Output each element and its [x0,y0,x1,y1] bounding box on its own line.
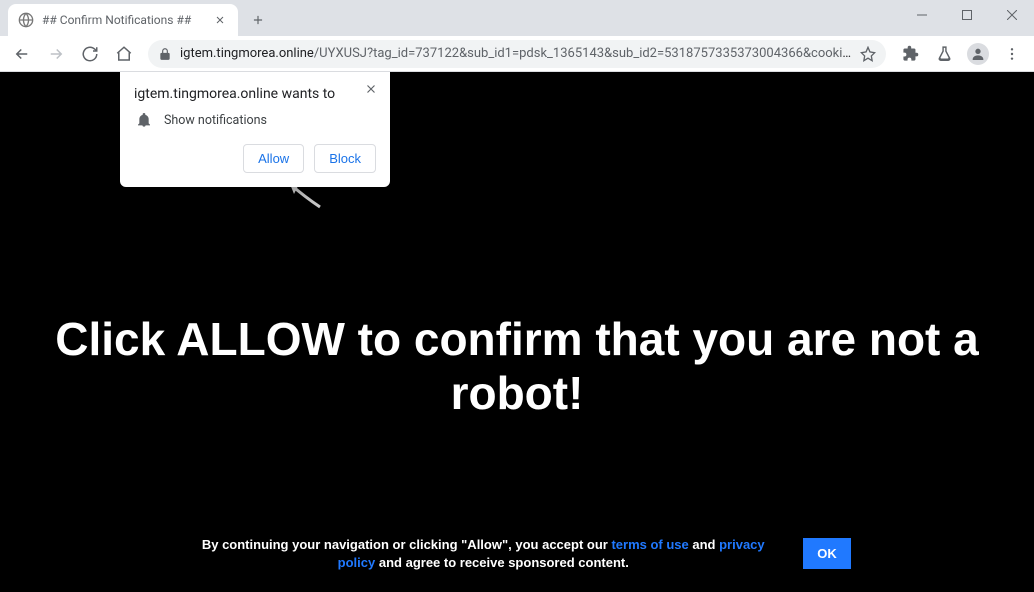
forward-button[interactable] [40,38,72,70]
tabs-area: ## Confirm Notifications ## [8,0,272,36]
labs-icon[interactable] [928,38,960,70]
block-button[interactable]: Block [314,144,376,173]
url-host: igtem.tingmorea.online [180,46,314,61]
popup-buttons: Allow Block [134,144,376,173]
main-heading: Click ALLOW to confirm that you are not … [0,312,1034,420]
bell-icon [136,112,152,128]
footer: By continuing your navigation or clickin… [0,536,1034,572]
url-text: igtem.tingmorea.online/UYXUSJ?tag_id=737… [180,46,852,61]
profile-button[interactable] [962,38,994,70]
bookmark-star-icon[interactable] [860,46,876,62]
tab-close-icon[interactable] [212,12,228,28]
titlebar: ## Confirm Notifications ## [0,0,1034,36]
lock-icon [158,47,172,61]
popup-wants-to: wants to [278,86,335,102]
close-window-button[interactable] [989,0,1034,30]
back-button[interactable] [6,38,38,70]
avatar-icon [967,43,989,65]
extensions-icon[interactable] [894,38,926,70]
page-content: igtem.tingmorea.online wants to Show not… [0,72,1034,592]
footer-text-1: By continuing your navigation or clickin… [202,537,612,552]
permission-row: Show notifications [134,112,376,128]
notification-permission-popup: igtem.tingmorea.online wants to Show not… [120,72,390,187]
window-controls [899,0,1034,36]
tab-title: ## Confirm Notifications ## [42,13,212,27]
ok-button[interactable]: OK [803,538,851,569]
popup-close-icon[interactable] [362,80,380,98]
popup-title: igtem.tingmorea.online wants to [134,86,376,102]
footer-text-2: and agree to receive sponsored content. [375,555,629,570]
footer-and: and [689,537,719,552]
address-bar[interactable]: igtem.tingmorea.online/UYXUSJ?tag_id=737… [148,40,886,68]
kebab-menu-icon[interactable] [996,38,1028,70]
minimize-button[interactable] [899,0,944,30]
browser-tab[interactable]: ## Confirm Notifications ## [8,4,238,36]
permission-label: Show notifications [164,113,267,128]
toolbar: igtem.tingmorea.online/UYXUSJ?tag_id=737… [0,36,1034,72]
globe-icon [18,12,34,28]
url-path: /UYXUSJ?tag_id=737122&sub_id1=pdsk_13651… [314,46,852,61]
maximize-button[interactable] [944,0,989,30]
footer-text: By continuing your navigation or clickin… [183,536,783,572]
terms-link[interactable]: terms of use [611,537,688,552]
popup-origin: igtem.tingmorea.online [134,86,278,102]
allow-button[interactable]: Allow [243,144,304,173]
reload-button[interactable] [74,38,106,70]
new-tab-button[interactable] [244,6,272,34]
home-button[interactable] [108,38,140,70]
